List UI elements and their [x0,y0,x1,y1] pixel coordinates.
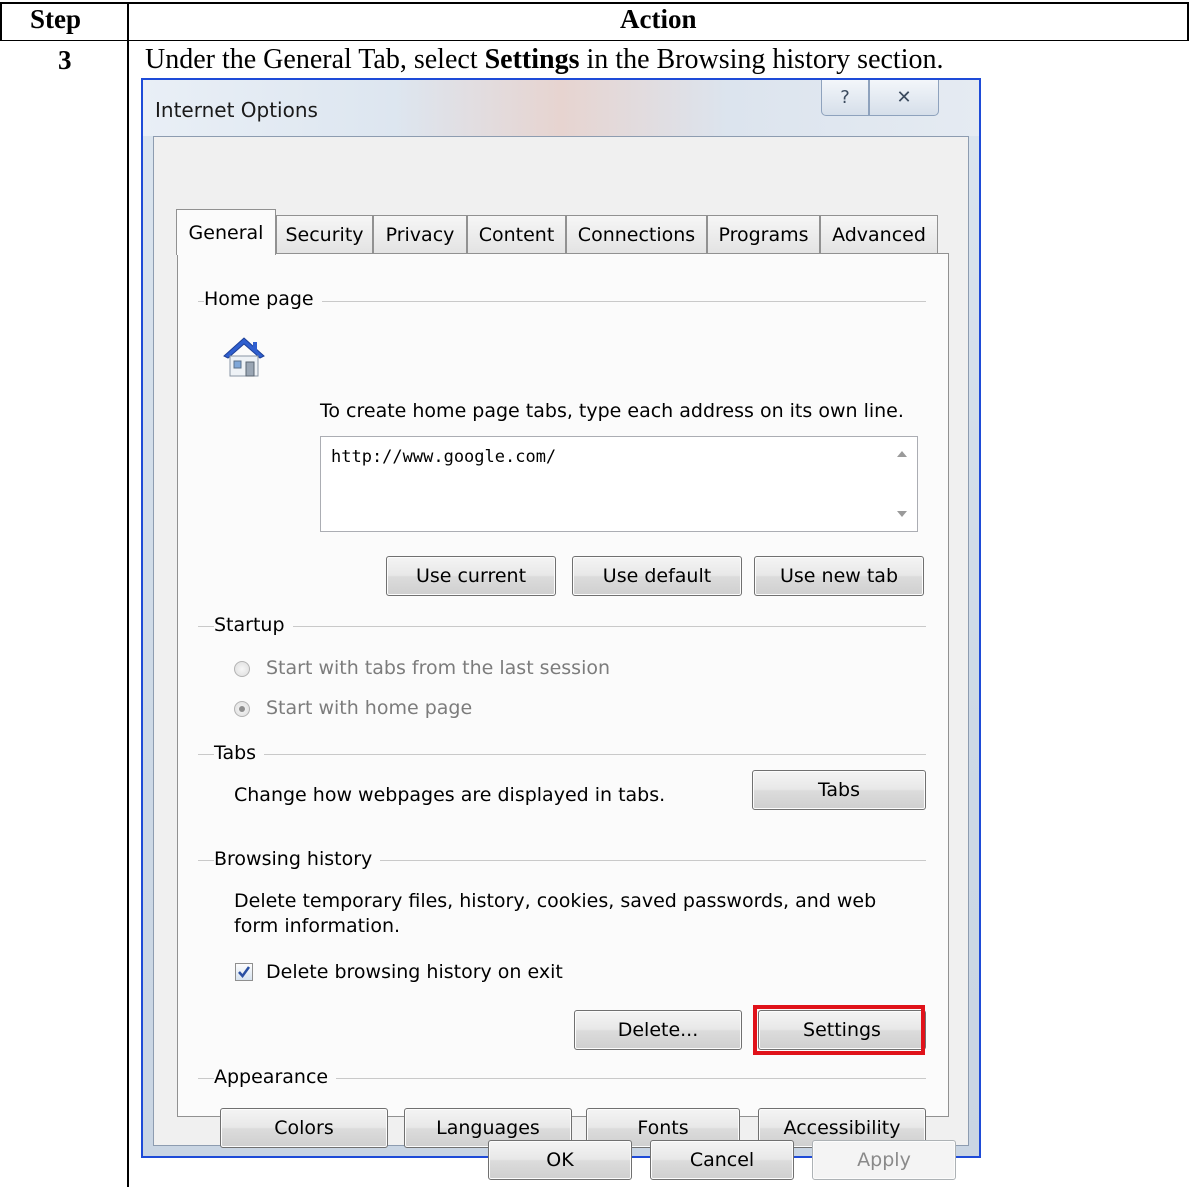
appearance-group-label: Appearance [214,1066,337,1088]
cancel-button[interactable]: Cancel [650,1140,794,1180]
delete-on-exit-label: Delete browsing history on exit [266,961,563,983]
close-button[interactable]: ✕ [869,80,939,116]
delete-on-exit-checkbox[interactable] [235,963,253,981]
tab-programs[interactable]: Programs [707,215,820,253]
browsing-history-group-label: Browsing history [214,848,381,870]
startup-group-label: Startup [214,614,293,636]
scroll-up-icon[interactable] [897,451,907,457]
delete-button[interactable]: Delete... [574,1010,742,1050]
tab-connections[interactable]: Connections [566,215,707,253]
help-button[interactable]: ? [821,80,869,116]
step-instruction: Under the General Tab, select Settings i… [145,44,944,76]
header-step: Step [30,4,82,34]
tabs-description: Change how webpages are displayed in tab… [234,784,666,806]
browsing-history-description-1: Delete temporary files, history, cookies… [234,890,877,912]
step-number: 3 [58,45,72,75]
checkmark-icon [238,966,251,979]
startup-group-line [198,626,926,627]
header-action: Action [620,4,697,34]
settings-button[interactable]: Settings [758,1010,926,1050]
use-new-tab-button[interactable]: Use new tab [754,556,924,596]
dialog-client-area: General Security Privacy Content Connect… [153,136,969,1180]
tabs-group-line [198,754,926,755]
browsing-history-description-2: form information. [234,915,401,937]
tab-general[interactable]: General [176,209,276,255]
colors-button[interactable]: Colors [220,1108,388,1148]
table-left-border [0,2,2,40]
tab-security[interactable]: Security [276,215,373,253]
window-title: Internet Options [155,98,318,122]
tab-privacy[interactable]: Privacy [373,215,467,253]
radio-home-page[interactable] [234,701,250,717]
tab-content[interactable]: Content [467,215,566,253]
home-page-address-value: http://www.google.com/ [331,447,557,467]
radio-last-session[interactable] [234,661,250,677]
use-current-button[interactable]: Use current [386,556,556,596]
scroll-down-icon[interactable] [897,511,907,517]
table-column-divider [127,2,129,1187]
title-bar[interactable]: Internet Options ? ✕ [143,80,979,136]
address-scrollbar[interactable] [887,437,917,531]
instruction-bold: Settings [484,44,580,75]
home-icon [220,332,270,382]
tab-advanced[interactable]: Advanced [820,215,938,253]
close-icon: ✕ [896,87,912,108]
help-icon: ? [840,87,850,108]
table-header-divider [0,40,1189,41]
radio-last-session-label: Start with tabs from the last session [266,657,611,679]
radio-home-page-label: Start with home page [266,697,473,719]
instruction-text: Under the General Tab, select [145,44,485,75]
ok-button[interactable]: OK [488,1140,632,1180]
table-top-border [0,2,1189,4]
home-page-hint: To create home page tabs, type each addr… [320,400,904,422]
home-page-address-field[interactable]: http://www.google.com/ [320,436,918,532]
internet-options-window: Internet Options ? ✕ General Security Pr… [141,78,981,1180]
general-tab-panel: Home page To create home page tabs, type… [177,253,949,1148]
instruction-text-end: in the Browsing history section. [579,44,944,75]
home-page-group-label: Home page [204,288,322,310]
use-default-button[interactable]: Use default [572,556,742,596]
tabs-settings-button[interactable]: Tabs [752,770,926,810]
apply-button[interactable]: Apply [812,1140,956,1180]
tabs-group-label: Tabs [214,742,265,764]
